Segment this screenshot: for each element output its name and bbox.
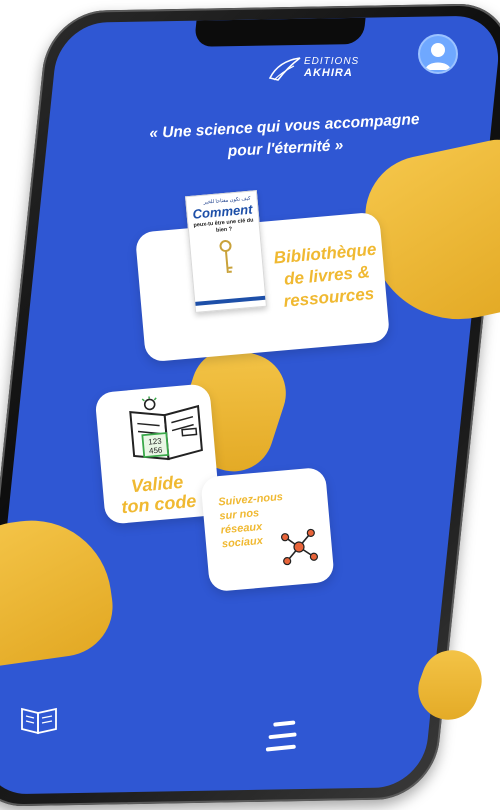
book-cover[interactable]: كيف تكون مفتاحا للخير Comment peux-tu êt… <box>185 190 267 313</box>
logo-text-akhira: AKHIRA <box>304 67 353 79</box>
menu-line <box>268 732 297 740</box>
menu-line <box>265 744 296 752</box>
app-logo: EDITIONS AKHIRA <box>268 54 378 94</box>
logo-feather-icon <box>268 57 301 81</box>
book-bottom-bar <box>195 295 266 306</box>
share-network-icon <box>280 528 319 566</box>
user-avatar-icon[interactable] <box>418 34 458 74</box>
phone-notch <box>193 17 366 47</box>
key-icon <box>219 240 233 274</box>
phone-mockup: EDITIONS AKHIRA « Une science qui vous a… <box>0 0 500 810</box>
logo-text-editions: EDITIONS <box>304 56 360 67</box>
menu-line <box>273 720 296 727</box>
library-label[interactable]: Bibliothèque de livres & ressources <box>269 238 384 313</box>
menu-icon[interactable] <box>263 720 299 759</box>
open-book-icon[interactable] <box>20 705 58 735</box>
code-digits-2: 456 <box>149 445 164 455</box>
code-book-icon: 123 456 <box>129 396 203 461</box>
